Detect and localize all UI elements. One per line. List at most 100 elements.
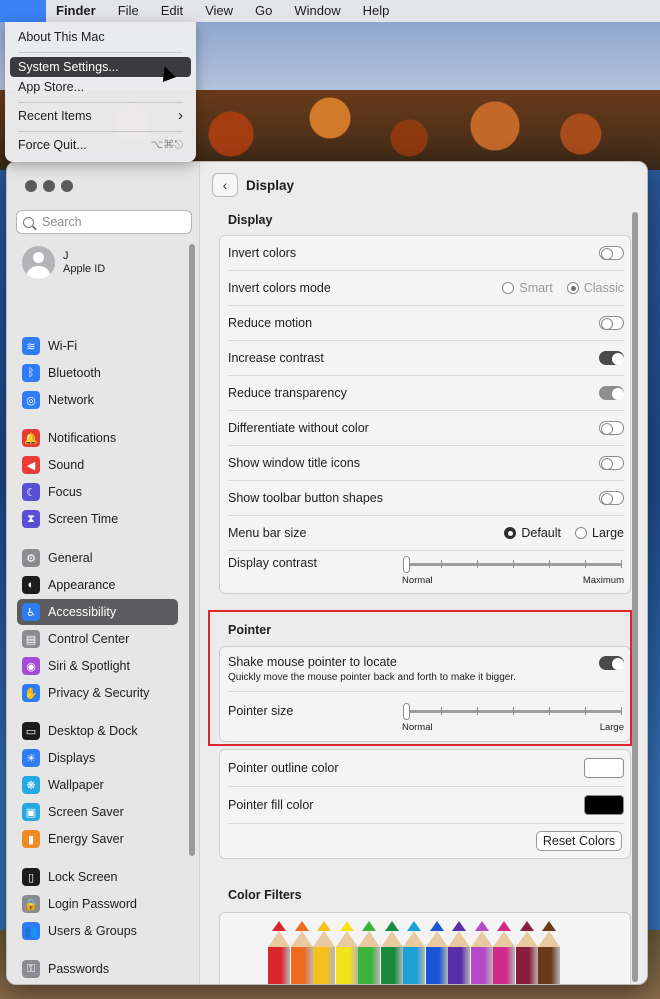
- differentiate-without-color-row: Differentiate without color: [220, 411, 632, 445]
- bluetooth-icon: ᛒ: [22, 364, 40, 382]
- account-name: J: [63, 249, 69, 262]
- sidebar-item-screen-time[interactable]: ⧗ Screen Time: [17, 506, 178, 532]
- wallpaper-icon: ❋: [22, 776, 40, 794]
- large-label: Large: [592, 526, 624, 540]
- menu-bar-large-option[interactable]: Large: [575, 526, 624, 540]
- highlight-box: [208, 610, 632, 746]
- about-this-mac-item[interactable]: About This Mac: [10, 27, 191, 47]
- sidebar-item-bluetooth[interactable]: ᛒ Bluetooth: [17, 360, 178, 386]
- menu-file[interactable]: File: [107, 0, 150, 22]
- sidebar-item-notifications[interactable]: 🔔 Notifications: [17, 425, 178, 451]
- sidebar-item-login-password[interactable]: 🔒 Login Password: [17, 891, 178, 917]
- close-window-button[interactable]: [25, 180, 37, 192]
- sidebar-item-wallpaper[interactable]: ❋ Wallpaper: [17, 772, 178, 798]
- sidebar-item-wi-fi[interactable]: ≋ Wi-Fi: [17, 333, 178, 359]
- sidebar-item-network[interactable]: ◎ Network: [17, 387, 178, 413]
- window-title-icons-row: Show window title icons: [220, 446, 632, 480]
- recent-items-item[interactable]: Recent Items ›: [10, 106, 191, 126]
- apple-icon[interactable]: [0, 0, 46, 22]
- pencil-icon: [290, 921, 313, 984]
- window-title-icons-toggle[interactable]: [599, 456, 624, 470]
- toolbar-button-shapes-row: Show toolbar button shapes: [220, 481, 632, 515]
- invert-mode-smart-option[interactable]: Smart: [502, 281, 553, 295]
- menu-window[interactable]: Window: [283, 0, 351, 22]
- invert-colors-row: Invert colors: [220, 236, 632, 270]
- reduce-motion-toggle[interactable]: [599, 316, 624, 330]
- menu-finder[interactable]: Finder: [46, 0, 107, 22]
- sidebar-item-label: Desktop & Dock: [48, 724, 138, 738]
- back-button[interactable]: ‹: [212, 173, 238, 197]
- sidebar-item-general[interactable]: ⚙ General: [17, 545, 178, 571]
- invert-colors-toggle[interactable]: [599, 246, 624, 260]
- sidebar-item-appearance[interactable]: ◐ Appearance: [17, 572, 178, 598]
- force-quit-item[interactable]: Force Quit... ⌥⌘⎋: [10, 135, 191, 155]
- increase-contrast-row: Increase contrast: [220, 341, 632, 375]
- sidebar-item-label: Wallpaper: [48, 778, 104, 792]
- sidebar-item-passwords[interactable]: ⚿ Passwords: [17, 956, 178, 982]
- sidebar-item-privacy-security[interactable]: ✋ Privacy & Security: [17, 680, 178, 706]
- moon-icon: ☾: [22, 483, 40, 501]
- fill-color-well[interactable]: [584, 795, 624, 815]
- reduce-motion-row: Reduce motion: [220, 306, 632, 340]
- sidebar-item-displays[interactable]: ☀ Displays: [17, 745, 178, 771]
- sidebar-item-label: Control Center: [48, 632, 130, 646]
- sidebar-item-users-groups[interactable]: 👥 Users & Groups: [17, 918, 178, 944]
- sidebar-item-label: Accessibility: [48, 605, 117, 619]
- color-filters-title: Color Filters: [228, 888, 302, 902]
- sidebar-item-screen-saver[interactable]: ▣ Screen Saver: [17, 799, 178, 825]
- display-settings-group: Invert colors Invert colors mode Smart C…: [219, 235, 631, 594]
- menu-separator: [18, 102, 183, 103]
- color-filters-preview: [219, 912, 631, 984]
- bell-icon: 🔔: [22, 429, 40, 447]
- menu-bar-default-option[interactable]: Default: [504, 526, 561, 540]
- menu-view[interactable]: View: [194, 0, 244, 22]
- outline-color-well[interactable]: [584, 758, 624, 778]
- pencil-icon: [358, 921, 380, 984]
- increase-contrast-toggle[interactable]: [599, 351, 624, 365]
- minimize-window-button[interactable]: [43, 180, 55, 192]
- main-content: ‹ Display Display Invert colors Invert c…: [201, 162, 647, 984]
- pencil-icon: [425, 921, 448, 984]
- sidebar-item-sound[interactable]: ◀ Sound: [17, 452, 178, 478]
- network-icon: ◎: [22, 391, 40, 409]
- differentiate-toggle[interactable]: [599, 421, 624, 435]
- screensaver-icon: ▣: [22, 803, 40, 821]
- wifi-icon: ≋: [22, 337, 40, 355]
- recent-items-label: Recent Items: [18, 109, 92, 123]
- display-contrast-knob[interactable]: [403, 556, 410, 573]
- chevron-left-icon: ‹: [222, 177, 228, 193]
- display-section-title: Display: [228, 213, 273, 227]
- main-scrollbar[interactable]: [632, 212, 638, 982]
- sidebar-item-control-center[interactable]: ▤ Control Center: [17, 626, 178, 652]
- toolbar-button-shapes-toggle[interactable]: [599, 491, 624, 505]
- invert-mode-classic-option[interactable]: Classic: [566, 281, 624, 295]
- search-input[interactable]: Search: [16, 210, 192, 234]
- pencil-icon: [538, 921, 560, 984]
- pointer-colors-group: Pointer outline color Pointer fill color…: [219, 749, 631, 859]
- sidebar-item-accessibility[interactable]: ♿ Accessibility: [17, 599, 178, 625]
- contrast-min-label: Normal: [402, 575, 433, 586]
- sidebar-item-energy-saver[interactable]: ▮ Energy Saver: [17, 826, 178, 852]
- hand-icon: ✋: [22, 684, 40, 702]
- display-contrast-slider[interactable]: Normal Maximum: [402, 556, 624, 588]
- sidebar-item-siri-spotlight[interactable]: ◉ Siri & Spotlight: [17, 653, 178, 679]
- sidebar-scrollbar[interactable]: [189, 244, 195, 856]
- avatar: [22, 246, 55, 279]
- menu-go[interactable]: Go: [244, 0, 283, 22]
- sidebar-item-lock-screen[interactable]: ▯ Lock Screen: [17, 864, 178, 890]
- apple-id-account[interactable]: J Apple ID: [22, 246, 105, 279]
- classic-label: Classic: [583, 281, 624, 295]
- sidebar-item-label: Focus: [48, 485, 83, 499]
- reduce-transparency-toggle[interactable]: [599, 386, 624, 400]
- sidebar-item-desktop-dock[interactable]: ▭ Desktop & Dock: [17, 718, 178, 744]
- sidebar-item-focus[interactable]: ☾ Focus: [17, 479, 178, 505]
- menu-edit[interactable]: Edit: [150, 0, 194, 22]
- menu-help[interactable]: Help: [352, 0, 401, 22]
- sidebar: Search J Apple ID ≋ Wi-Fi ᛒ Bluetooth ◎ Netwo…: [7, 162, 200, 984]
- zoom-window-button[interactable]: [61, 180, 73, 192]
- app-store-label: App Store...: [18, 80, 85, 94]
- hourglass-icon: ⧗: [22, 510, 40, 528]
- reset-colors-button[interactable]: Reset Colors: [536, 831, 622, 851]
- window-title-icons-label: Show window title icons: [228, 456, 361, 470]
- speaker-icon: ◀: [22, 456, 40, 474]
